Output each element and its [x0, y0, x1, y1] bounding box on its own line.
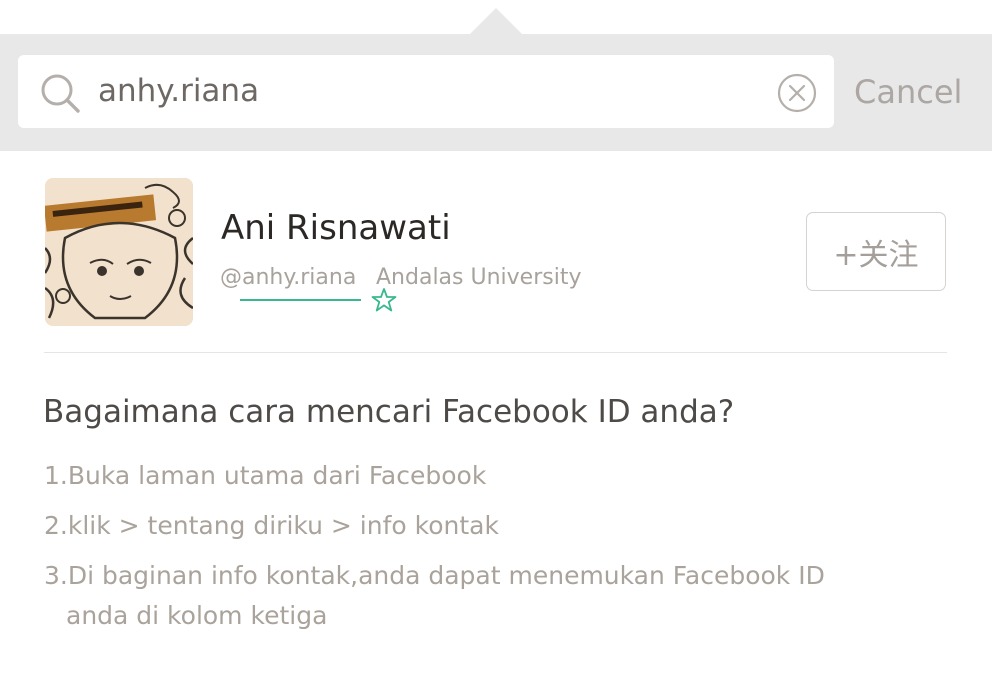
- help-step-3: 3.Di baginan info kontak,anda dapat mene…: [44, 556, 924, 636]
- star-icon: [371, 288, 397, 312]
- search-input[interactable]: [98, 65, 738, 117]
- avatar-image: [45, 178, 193, 326]
- help-step-1: 1.Buka laman utama dari Facebook: [44, 461, 487, 490]
- help-step-3-line-1: 3.Di baginan info kontak,anda dapat mene…: [44, 561, 825, 590]
- user-school: Andalas University: [376, 265, 582, 290]
- follow-button[interactable]: +关注: [806, 212, 946, 291]
- avatar[interactable]: [45, 178, 193, 326]
- help-step-2: 2.klik > tentang diriku > info kontak: [44, 511, 499, 540]
- clear-icon[interactable]: [776, 72, 818, 114]
- user-name: Ani Risnawati: [221, 208, 451, 248]
- user-result-row[interactable]: Ani Risnawati @anhy.riana Andalas Univer…: [0, 151, 992, 351]
- divider: [44, 352, 947, 353]
- search-box[interactable]: [18, 55, 834, 128]
- search-bar: Cancel: [0, 34, 992, 151]
- handle-match-underline: [240, 299, 361, 301]
- search-icon: [41, 74, 80, 113]
- help-title: Bagaimana cara mencari Facebook ID anda?: [43, 394, 735, 430]
- cancel-button[interactable]: Cancel: [854, 70, 962, 114]
- popover-caret: [470, 8, 522, 34]
- user-handle: @anhy.riana: [220, 265, 357, 290]
- help-step-3-line-2: anda di kolom ketiga: [66, 601, 328, 630]
